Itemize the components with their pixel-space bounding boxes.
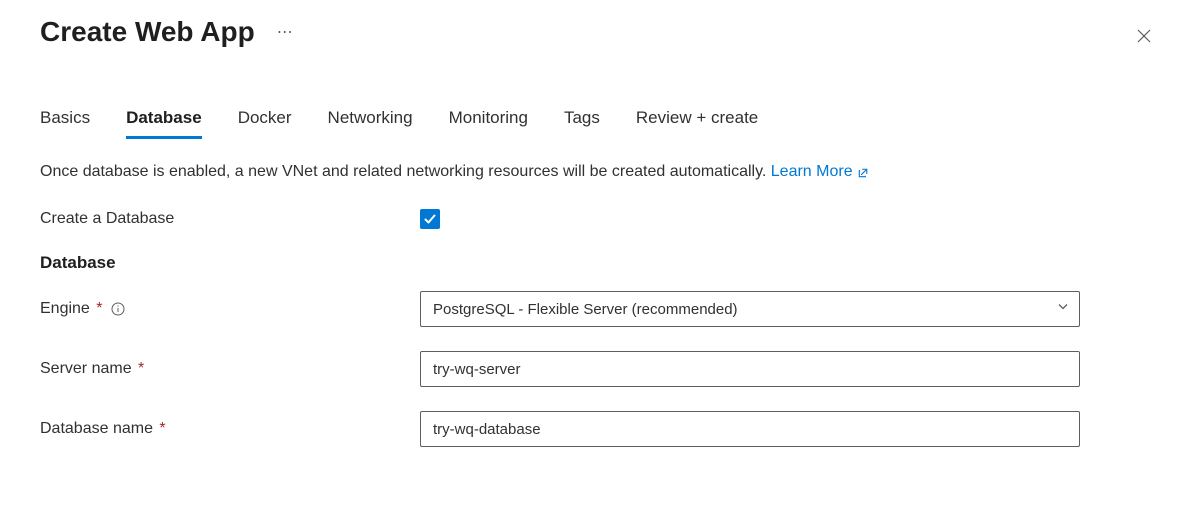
intro-text: Once database is enabled, a new VNet and… (40, 163, 1160, 181)
more-icon[interactable]: ⋯ (271, 22, 300, 42)
close-icon[interactable] (1128, 20, 1160, 57)
tab-monitoring[interactable]: Monitoring (449, 108, 528, 139)
engine-label-text: Engine (40, 300, 90, 317)
database-section-heading: Database (40, 253, 1160, 273)
info-icon[interactable] (111, 302, 125, 316)
learn-more-label: Learn More (771, 163, 853, 181)
tab-bar: Basics Database Docker Networking Monito… (40, 108, 1160, 139)
tab-review-create[interactable]: Review + create (636, 108, 758, 139)
page-header: Create Web App ⋯ (40, 16, 1160, 48)
engine-select[interactable]: PostgreSQL - Flexible Server (recommende… (420, 291, 1080, 327)
required-indicator: * (134, 360, 145, 377)
server-name-input[interactable] (420, 351, 1080, 387)
required-indicator: * (92, 300, 103, 317)
database-name-label: Database name * (40, 420, 420, 438)
database-name-input[interactable] (420, 411, 1080, 447)
server-name-label: Server name * (40, 360, 420, 378)
engine-label: Engine * (40, 300, 420, 318)
tab-docker[interactable]: Docker (238, 108, 292, 139)
create-database-checkbox[interactable] (420, 209, 440, 229)
intro-text-content: Once database is enabled, a new VNet and… (40, 163, 771, 180)
tab-tags[interactable]: Tags (564, 108, 600, 139)
external-link-icon (857, 166, 870, 179)
server-name-label-text: Server name (40, 360, 132, 377)
tab-networking[interactable]: Networking (328, 108, 413, 139)
page-title: Create Web App (40, 16, 255, 48)
required-indicator: * (155, 420, 166, 437)
learn-more-link[interactable]: Learn More (771, 163, 870, 181)
database-name-label-text: Database name (40, 420, 153, 437)
create-database-label: Create a Database (40, 210, 420, 228)
tab-database[interactable]: Database (126, 108, 202, 139)
tab-basics[interactable]: Basics (40, 108, 90, 139)
